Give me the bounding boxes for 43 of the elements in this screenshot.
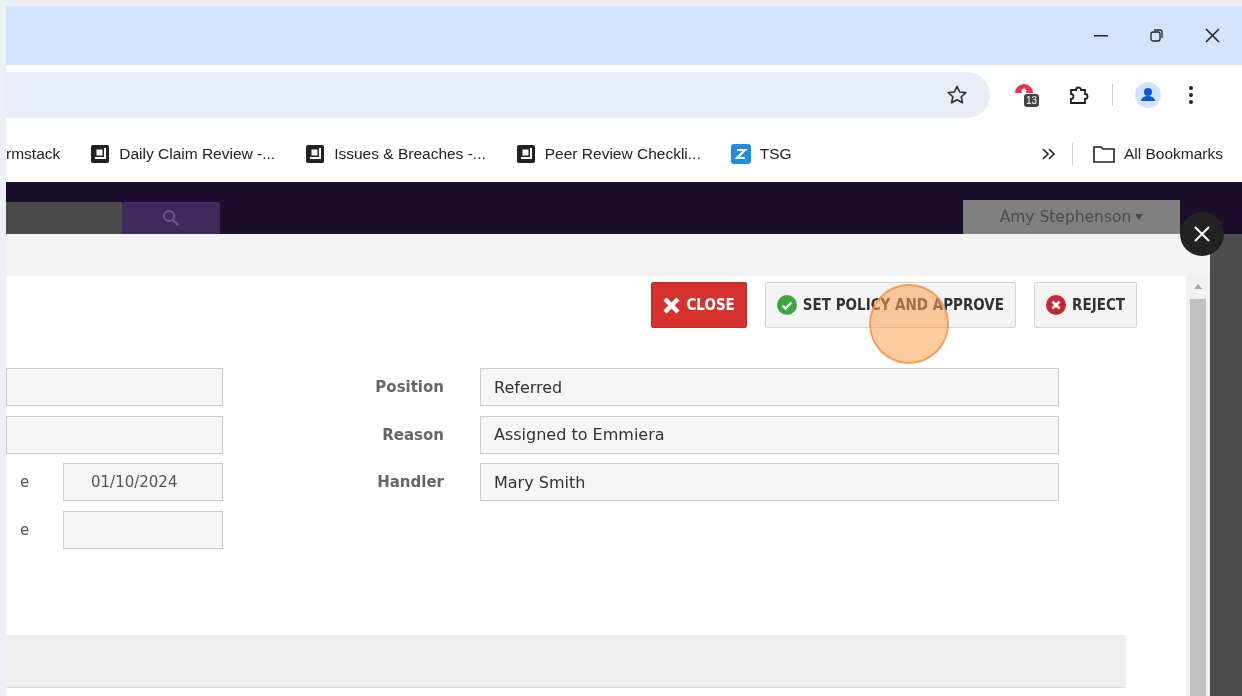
- all-bookmarks-button[interactable]: All Bookmarks: [1092, 144, 1223, 163]
- close-icon[interactable]: [1205, 28, 1220, 43]
- bookmark-item[interactable]: Peer Review Checkli...: [515, 143, 701, 164]
- field-label: e: [19, 473, 30, 491]
- page-icon: [305, 143, 326, 164]
- page-icon: [90, 143, 111, 164]
- check-circle-icon: [776, 295, 797, 315]
- date-field[interactable]: [63, 510, 223, 549]
- bookmark-item[interactable]: Daily Claim Review -...: [90, 143, 276, 164]
- x-icon: [663, 296, 681, 314]
- bookmark-star-icon[interactable]: [946, 84, 968, 106]
- caret-icon: [1135, 214, 1144, 220]
- reject-button[interactable]: REJECT: [1034, 282, 1137, 328]
- field-label: Position: [374, 378, 444, 396]
- profile-icon[interactable]: [1135, 82, 1161, 108]
- bookmark-item[interactable]: Issues & Breaches -...: [305, 143, 486, 164]
- app-logo-icon: [730, 143, 751, 164]
- text-field[interactable]: Mary Smith: [480, 463, 1059, 501]
- field-label: e: [19, 520, 30, 539]
- extension-icon[interactable]: [1014, 82, 1034, 93]
- scrollbar[interactable]: [1186, 276, 1210, 696]
- chevron-overflow-icon[interactable]: [1041, 147, 1056, 160]
- bookmark-item[interactable]: TSG: [730, 143, 792, 164]
- close-button[interactable]: CLOSE: [651, 282, 747, 328]
- close-icon: [1194, 226, 1210, 242]
- text-field[interactable]: Referred: [480, 368, 1059, 406]
- puzzle-piece-icon[interactable]: [1068, 84, 1090, 106]
- folder-icon: [1092, 144, 1115, 163]
- restore-icon[interactable]: [1150, 29, 1163, 42]
- date-field[interactable]: 01/10/2024: [63, 463, 223, 501]
- search-icon: [162, 209, 180, 227]
- search-field[interactable]: [6, 202, 122, 234]
- text-field[interactable]: Assigned to Emmiera: [480, 415, 1059, 454]
- extension-badge: 13: [1024, 94, 1040, 107]
- menu-icon[interactable]: [1189, 86, 1193, 104]
- minimize-icon[interactable]: [1094, 34, 1108, 37]
- x-circle-icon: [1046, 295, 1067, 315]
- field-label: Handler: [376, 473, 444, 491]
- field-label: Reason: [381, 425, 444, 444]
- bookmark-item[interactable]: rmstack: [6, 144, 61, 163]
- page-icon: [515, 143, 536, 164]
- text-field[interactable]: [6, 415, 223, 454]
- text-field[interactable]: [6, 368, 223, 406]
